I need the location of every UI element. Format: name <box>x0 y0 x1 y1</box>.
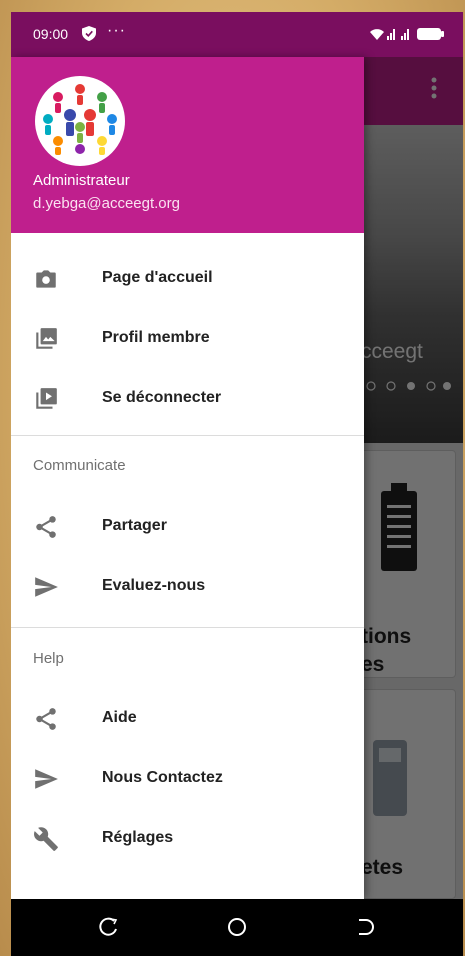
share-icon <box>36 516 56 538</box>
menu-item-profile[interactable]: Profil membre <box>11 309 364 369</box>
status-bar: 09:00 ··· <box>11 12 463 57</box>
send-icon <box>35 769 58 789</box>
recent-apps-icon[interactable] <box>98 916 120 938</box>
section-title-help: Help <box>33 650 64 667</box>
organization-logo <box>35 76 125 166</box>
navigation-drawer: Administrateur d.yebga@acceegt.org Page … <box>11 57 364 899</box>
menu-item-label: Page d'accueil <box>102 269 213 286</box>
system-navigation-bar <box>11 899 463 956</box>
camera-icon <box>36 270 56 288</box>
section-title-communicate: Communicate <box>33 457 126 474</box>
menu-item-home[interactable]: Page d'accueil <box>11 249 364 309</box>
status-time: 09:00 <box>33 26 69 42</box>
menu-item-help[interactable]: Aide <box>11 689 364 749</box>
more-notifications-icon: ··· <box>107 22 126 39</box>
menu-item-label: Partager <box>102 517 167 534</box>
video-library-icon <box>36 388 57 409</box>
menu-item-label: Evaluez-nous <box>102 577 206 594</box>
photo-library-icon <box>36 328 57 349</box>
back-button-icon[interactable] <box>354 916 376 938</box>
wrench-icon <box>34 827 58 851</box>
phone-screen: 09:00 ··· eur cceegt <box>11 12 463 956</box>
menu-item-label: Nous Contactez <box>102 769 223 786</box>
menu-item-label: Aide <box>102 709 137 726</box>
drawer-header: Administrateur d.yebga@acceegt.org <box>11 57 364 233</box>
menu-item-share[interactable]: Partager <box>11 497 364 557</box>
signal-battery-icon <box>370 28 444 40</box>
menu-item-rate[interactable]: Evaluez-nous <box>11 557 364 617</box>
menu-item-settings[interactable]: Réglages <box>11 809 364 869</box>
user-email: d.yebga@acceegt.org <box>33 195 180 212</box>
menu-item-logout[interactable]: Se déconnecter <box>11 369 364 429</box>
menu-item-label: Réglages <box>102 829 174 846</box>
send-icon <box>35 577 58 597</box>
menu-item-label: Se déconnecter <box>102 389 222 406</box>
menu-item-label: Profil membre <box>102 329 210 346</box>
user-name: Administrateur <box>33 172 130 189</box>
shield-icon <box>82 26 96 41</box>
home-button-icon[interactable] <box>226 916 248 938</box>
divider <box>11 627 364 628</box>
menu-item-contact[interactable]: Nous Contactez <box>11 749 364 809</box>
share-icon <box>36 708 56 730</box>
divider <box>11 435 364 436</box>
